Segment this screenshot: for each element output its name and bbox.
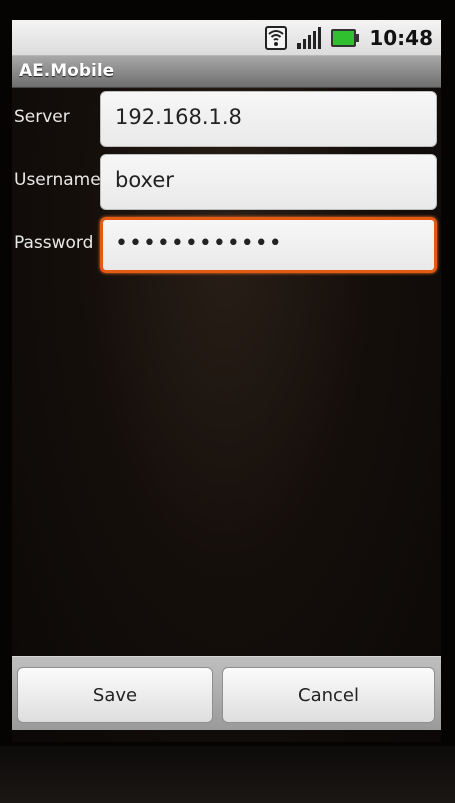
screen: 10:48 AE.Mobile Server 192.168.1.8 Usern… (12, 20, 441, 742)
username-row: Username boxer (12, 154, 441, 210)
title-bar: AE.Mobile (12, 56, 441, 88)
app-title: AE.Mobile (19, 61, 115, 81)
status-icons: 10:48 (265, 24, 433, 52)
password-input[interactable]: •••••••••••• (100, 217, 437, 273)
save-button[interactable]: Save (17, 667, 213, 723)
signal-icon (297, 27, 322, 49)
password-label: Password (14, 233, 94, 253)
wifi-icon (265, 26, 288, 50)
status-bar: 10:48 (12, 20, 441, 56)
username-input[interactable]: boxer (100, 154, 437, 210)
cancel-button[interactable]: Cancel (222, 667, 435, 723)
password-row: Password •••••••••••• (12, 217, 441, 273)
server-label: Server (14, 107, 70, 127)
button-bar: Save Cancel (12, 656, 441, 730)
battery-icon (331, 29, 360, 47)
username-label: Username (14, 170, 101, 190)
device-bottom-edge (0, 746, 455, 803)
phone-frame: 10:48 AE.Mobile Server 192.168.1.8 Usern… (0, 0, 455, 803)
server-row: Server 192.168.1.8 (12, 91, 441, 147)
clock: 10:48 (369, 26, 433, 50)
server-input[interactable]: 192.168.1.8 (100, 91, 437, 147)
battery-level (331, 29, 357, 47)
